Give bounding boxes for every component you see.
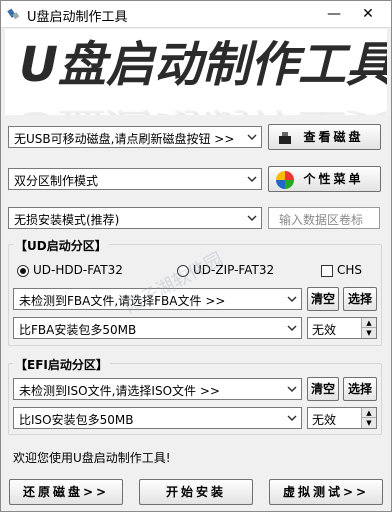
chevron-down-icon [247, 134, 257, 141]
restore-disk-label: 还原磁盘>> [22, 485, 110, 499]
efi-choose-button[interactable]: 选择 [343, 377, 377, 401]
ud-choose-label: 选择 [347, 292, 372, 306]
chs-label: CHS [337, 263, 363, 277]
chevron-down-icon [287, 325, 297, 332]
efi-size-spinner[interactable]: 无效 ▲ ▼ [307, 407, 377, 429]
chs-checkbox[interactable] [321, 265, 333, 277]
efi-spin-value: 无效 [312, 413, 337, 427]
minimize-icon: — [327, 6, 341, 22]
simulate-test-button[interactable]: 虚拟测试>> [269, 479, 383, 505]
title-bar[interactable]: U盘启动制作工具 — ✕ [1, 1, 391, 28]
ud-zip-label: UD-ZIP-FAT32 [193, 263, 275, 277]
spin-down-icon[interactable]: ▼ [361, 417, 376, 428]
ud-choose-button[interactable]: 选择 [343, 287, 377, 311]
simulate-test-label: 虚拟测试>> [282, 485, 370, 499]
ud-hdd-radio[interactable] [17, 265, 29, 277]
banner-text: U盘启动制作工具 [19, 37, 387, 93]
partition-mode-select[interactable]: 双分区制作模式 [8, 168, 262, 190]
partition-mode-value: 双分区制作模式 [14, 174, 99, 188]
start-install-button[interactable]: 开始安装 [139, 479, 253, 505]
personal-menu-button[interactable]: 个性菜单 [268, 166, 381, 192]
personal-menu-label: 个性菜单 [303, 172, 364, 186]
close-icon: ✕ [362, 6, 374, 22]
fba-file-select[interactable]: 未检测到FBA文件,请选择FBA文件 >> [13, 288, 302, 310]
efi-clear-label: 清空 [310, 382, 335, 396]
ud-group-title: 【UD启动分区】 [13, 237, 109, 254]
view-disk-button[interactable]: 查看磁盘 [268, 124, 381, 150]
close-button[interactable]: ✕ [353, 1, 383, 27]
banner-logo: U盘启动制作工具 U盘启动制作工具 [5, 29, 387, 115]
spin-down-icon[interactable]: ▼ [361, 327, 376, 338]
start-install-label: 开始安装 [165, 485, 226, 499]
view-disk-label: 查看磁盘 [303, 130, 364, 144]
efi-size-value: 比ISO安装包多50MB [19, 413, 134, 427]
disk-select[interactable]: 无USB可移动磁盘,请点刷新磁盘按钮 >> [8, 126, 262, 148]
banner-reflection: U盘启动制作工具 [19, 106, 387, 115]
iso-file-select[interactable]: 未检测到ISO文件,请选择ISO文件 >> [13, 378, 302, 400]
efi-size-select[interactable]: 比ISO安装包多50MB [13, 407, 302, 429]
chevron-down-icon [287, 386, 297, 393]
color-wheel-icon [276, 171, 294, 189]
install-mode-value: 无损安装模式(推荐) [14, 213, 120, 227]
efi-clear-button[interactable]: 清空 [307, 377, 339, 401]
chevron-down-icon [287, 296, 297, 303]
install-mode-select[interactable]: 无损安装模式(推荐) [8, 207, 262, 229]
banner-logo-icon: U盘启动制作工具 U盘启动制作工具 [19, 37, 387, 115]
minimize-button[interactable]: — [319, 1, 349, 27]
efi-group-title: 【EFI启动分区】 [13, 356, 110, 373]
ud-spin-value: 无效 [312, 323, 337, 337]
ud-clear-button[interactable]: 清空 [307, 287, 339, 311]
chevron-down-icon [247, 176, 257, 183]
disk-select-value: 无USB可移动磁盘,请点刷新磁盘按钮 >> [14, 132, 235, 146]
volume-label-placeholder: 输入数据区卷标 [279, 213, 364, 227]
fba-file-value: 未检测到FBA文件,请选择FBA文件 >> [19, 294, 226, 308]
ud-size-value: 比FBA安装包多50MB [19, 323, 137, 337]
iso-file-value: 未检测到ISO文件,请选择ISO文件 >> [19, 384, 220, 398]
ud-hdd-label: UD-HDD-FAT32 [33, 263, 123, 277]
status-text: 欢迎您使用U盘启动制作工具! [13, 451, 171, 465]
usb-drive-icon [7, 8, 20, 20]
app-window: U盘启动制作工具 — ✕ U盘启动制作工具 U盘启动制作工具 无USB可移动磁盘… [0, 0, 392, 512]
ud-size-spinner[interactable]: 无效 ▲ ▼ [307, 317, 377, 339]
restore-disk-button[interactable]: 还原磁盘>> [9, 479, 123, 505]
efi-choose-label: 选择 [347, 382, 372, 396]
volume-label-input[interactable]: 输入数据区卷标 [268, 207, 380, 229]
ud-zip-radio[interactable] [177, 265, 189, 277]
chevron-down-icon [247, 215, 257, 222]
chevron-down-icon [287, 415, 297, 422]
ud-clear-label: 清空 [310, 292, 335, 306]
window-title: U盘启动制作工具 [27, 10, 128, 25]
ud-size-select[interactable]: 比FBA安装包多50MB [13, 317, 302, 339]
usb-drive-icon [279, 132, 291, 144]
